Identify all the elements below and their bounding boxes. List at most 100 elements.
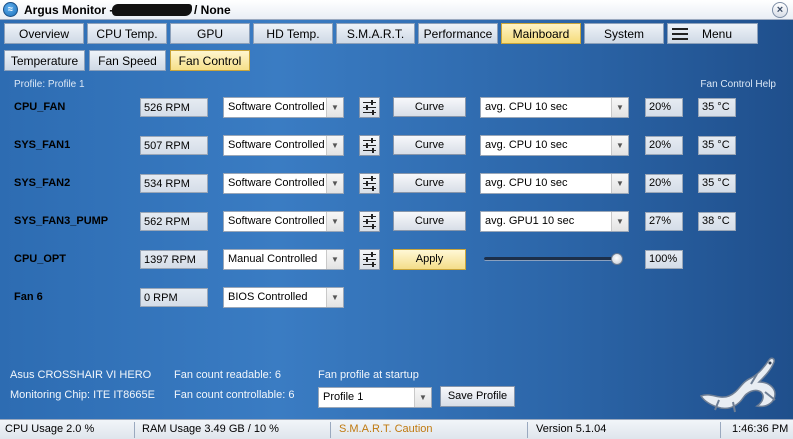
close-button[interactable]: × (772, 2, 788, 18)
argus-logo-icon: ≈ (3, 2, 18, 17)
temp-source-value: avg. CPU 10 sec (485, 177, 568, 189)
fan-percent: 20% (645, 98, 683, 117)
smart-caution-status[interactable]: S.M.A.R.T. Caution (339, 420, 433, 439)
startup-profile-value: Profile 1 (323, 391, 364, 403)
fan-rpm: 0 RPM (140, 288, 208, 307)
tab-performance[interactable]: Performance (418, 23, 498, 44)
fan-rpm: 526 RPM (140, 98, 208, 117)
fan-mode-select[interactable]: Software Controlled ▼ (223, 97, 344, 118)
fan-row: CPU_OPT 1397 RPM Manual Controlled ▼ Appl… (0, 249, 793, 272)
fan-mode-value: Manual Controlled (228, 253, 318, 265)
tab-smart[interactable]: S.M.A.R.T. (336, 23, 415, 44)
temp-source-value: avg. CPU 10 sec (485, 139, 568, 151)
fan-mode-value: Software Controlled (228, 215, 325, 227)
fan-rpm: 507 RPM (140, 136, 208, 155)
curve-button[interactable]: Curve (393, 173, 466, 193)
slider-thumb[interactable] (611, 253, 623, 265)
monitoring-chip: Monitoring Chip: ITE IT8665E (10, 389, 155, 401)
fan-mode-select[interactable]: Manual Controlled ▼ (223, 249, 344, 270)
hamburger-menu-icon (672, 27, 688, 40)
fan-settings-button[interactable] (359, 211, 380, 232)
fan-temperature: 35 °C (698, 136, 736, 155)
clock: 1:46:36 PM (732, 423, 789, 435)
tab-overview[interactable]: Overview (4, 23, 84, 44)
temp-source-select[interactable]: avg. CPU 10 sec ▼ (480, 173, 629, 194)
chevron-down-icon: ▼ (611, 98, 628, 117)
sub-tab-bar: Temperature Fan Speed Fan Control (4, 50, 250, 72)
fan-count-controllable: Fan count controllable: 6 (174, 389, 295, 401)
fan-row: SYS_FAN2 534 RPM Software Controlled ▼ Cu… (0, 173, 793, 196)
save-profile-button[interactable]: Save Profile (440, 386, 515, 407)
fan-mode-select[interactable]: Software Controlled ▼ (223, 211, 344, 232)
fan-settings-button[interactable] (359, 249, 380, 270)
fan-settings-button[interactable] (359, 173, 380, 194)
ram-usage: RAM Usage 3.49 GB / 10 % (142, 423, 279, 435)
chevron-down-icon: ▼ (326, 212, 343, 231)
fan-mode-value: Software Controlled (228, 139, 325, 151)
window-title-suffix: / None (194, 3, 231, 17)
menu-label: Menu (702, 27, 733, 41)
temp-source-select[interactable]: avg. GPU1 10 sec ▼ (480, 211, 629, 232)
fan-speed-slider[interactable] (484, 253, 623, 265)
tab-menu[interactable]: Menu (667, 23, 758, 44)
fan-percent: 100% (645, 250, 683, 269)
subtab-fan-speed[interactable]: Fan Speed (89, 50, 166, 71)
fan-name: SYS_FAN3_PUMP (14, 215, 109, 227)
fan-percent: 20% (645, 136, 683, 155)
status-divider (527, 422, 528, 438)
argus-lizard-logo-icon (699, 357, 776, 413)
redacted-region (112, 4, 192, 16)
fan-rpm: 562 RPM (140, 212, 208, 231)
chevron-down-icon: ▼ (326, 98, 343, 117)
sliders-icon (363, 138, 376, 153)
main-panel: Overview CPU Temp. GPU HD Temp. S.M.A.R.… (0, 20, 793, 419)
chevron-down-icon: ▼ (611, 136, 628, 155)
fan-temperature: 35 °C (698, 98, 736, 117)
fan-settings-button[interactable] (359, 97, 380, 118)
startup-profile-label: Fan profile at startup (318, 369, 419, 381)
fan-mode-select[interactable]: Software Controlled ▼ (223, 173, 344, 194)
fan-count-readable: Fan count readable: 6 (174, 369, 282, 381)
status-divider (330, 422, 331, 438)
fan-temperature: 38 °C (698, 212, 736, 231)
sliders-icon (363, 214, 376, 229)
temp-source-select[interactable]: avg. CPU 10 sec ▼ (480, 97, 629, 118)
curve-button[interactable]: Curve (393, 97, 466, 117)
fan-percent: 27% (645, 212, 683, 231)
tab-system[interactable]: System (584, 23, 664, 44)
fan-mode-select[interactable]: BIOS Controlled ▼ (223, 287, 344, 308)
startup-profile-select[interactable]: Profile 1 ▼ (318, 387, 432, 408)
title-bar: ≈ Argus Monitor - / None × (0, 0, 793, 20)
tab-gpu[interactable]: GPU (170, 23, 250, 44)
chevron-down-icon: ▼ (326, 288, 343, 307)
status-divider (134, 422, 135, 438)
fan-temperature: 35 °C (698, 174, 736, 193)
curve-button[interactable]: Curve (393, 135, 466, 155)
window-title: Argus Monitor - (24, 3, 114, 17)
temp-source-value: avg. CPU 10 sec (485, 101, 568, 113)
fan-row: SYS_FAN1 507 RPM Software Controlled ▼ Cu… (0, 135, 793, 158)
sliders-icon (363, 252, 376, 267)
fan-mode-value: Software Controlled (228, 177, 325, 189)
fan-name: Fan 6 (14, 291, 43, 303)
fan-mode-select[interactable]: Software Controlled ▼ (223, 135, 344, 156)
temp-source-select[interactable]: avg. CPU 10 sec ▼ (480, 135, 629, 156)
fan-percent: 20% (645, 174, 683, 193)
apply-button[interactable]: Apply (393, 249, 466, 270)
fan-mode-value: BIOS Controlled (228, 291, 308, 303)
fan-control-help-link[interactable]: Fan Control Help (700, 79, 776, 90)
status-divider (720, 422, 721, 438)
main-tab-bar: Overview CPU Temp. GPU HD Temp. S.M.A.R.… (4, 23, 758, 45)
subtab-temperature[interactable]: Temperature (4, 50, 85, 71)
chevron-down-icon: ▼ (414, 388, 431, 407)
tab-mainboard[interactable]: Mainboard (501, 23, 581, 44)
chevron-down-icon: ▼ (611, 174, 628, 193)
fan-settings-button[interactable] (359, 135, 380, 156)
subtab-fan-control[interactable]: Fan Control (170, 50, 250, 71)
tab-cpu-temp[interactable]: CPU Temp. (87, 23, 167, 44)
tab-hd-temp[interactable]: HD Temp. (253, 23, 333, 44)
chevron-down-icon: ▼ (326, 174, 343, 193)
chevron-down-icon: ▼ (611, 212, 628, 231)
fan-row: CPU_FAN 526 RPM Software Controlled ▼ Cur… (0, 97, 793, 120)
curve-button[interactable]: Curve (393, 211, 466, 231)
